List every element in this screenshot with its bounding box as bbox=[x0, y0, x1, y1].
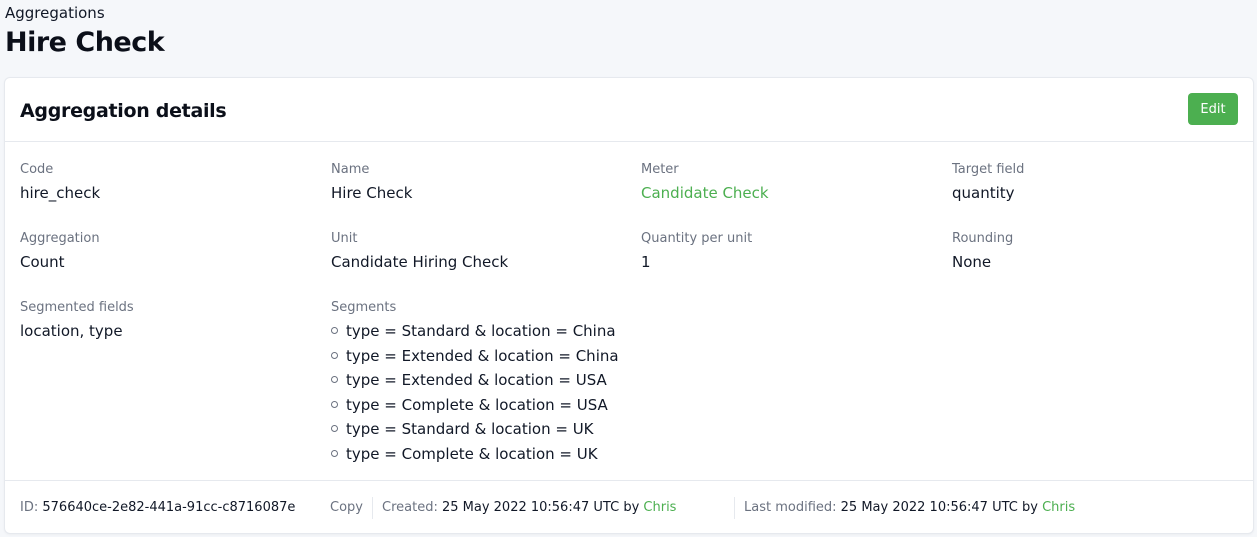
list-item: type = Complete & location = UK bbox=[331, 445, 619, 470]
created-by-link[interactable]: Chris bbox=[643, 500, 676, 515]
field-value: 1 bbox=[641, 253, 651, 271]
field-value: None bbox=[952, 253, 992, 271]
field-name: Name Hire Check bbox=[331, 162, 412, 202]
card-header: Aggregation details Edit bbox=[5, 78, 1253, 142]
bullet-icon bbox=[331, 449, 338, 457]
list-item: type = Extended & location = China bbox=[331, 347, 619, 372]
segment-text: type = Complete & location = UK bbox=[346, 444, 598, 463]
segment-text: type = Standard & location = China bbox=[346, 322, 616, 340]
created-label: Created: bbox=[382, 500, 438, 515]
field-unit: Unit Candidate Hiring Check bbox=[331, 231, 508, 271]
field-label: Name bbox=[331, 162, 370, 177]
field-meter: Meter Candidate Check bbox=[641, 162, 769, 202]
bullet-icon bbox=[331, 327, 338, 334]
field-value: location, type bbox=[20, 322, 123, 340]
list-item: type = Extended & location = USA bbox=[331, 371, 619, 396]
field-label: Segments bbox=[331, 300, 397, 315]
field-label: Target field bbox=[952, 162, 1025, 177]
card-footer: ID: 576640ce-2e82-441a-91cc-c8716087e Co… bbox=[5, 480, 1253, 534]
aggregation-details-card: Aggregation details Edit Code hire_check… bbox=[4, 77, 1254, 534]
field-label: Aggregation bbox=[20, 231, 100, 246]
field-label: Segmented fields bbox=[20, 300, 134, 315]
field-target-field: Target field quantity bbox=[952, 162, 1024, 202]
id-value: 576640ce-2e82-441a-91cc-c8716087e bbox=[42, 500, 296, 515]
list-item: type = Complete & location = USA bbox=[331, 396, 619, 421]
field-quantity-per-unit: Quantity per unit 1 bbox=[641, 231, 752, 271]
created-info: Created: 25 May 2022 10:56:47 UTC by Chr… bbox=[382, 500, 676, 515]
field-value: Count bbox=[20, 253, 65, 271]
modified-by-word: by bbox=[1022, 500, 1038, 515]
modified-by-link[interactable]: Chris bbox=[1042, 500, 1075, 515]
segment-text: type = Extended & location = China bbox=[346, 346, 619, 365]
segments-list: type = Standard & location = China type … bbox=[331, 322, 619, 470]
page-title: Hire Check bbox=[5, 27, 165, 58]
created-by-word: by bbox=[623, 500, 640, 515]
modified-info: Last modified: 25 May 2022 10:56:47 UTC … bbox=[744, 500, 1075, 515]
bullet-icon bbox=[331, 425, 338, 433]
list-item: type = Standard & location = UK bbox=[331, 420, 619, 445]
bullet-icon bbox=[331, 376, 338, 384]
created-value: 25 May 2022 10:56:47 UTC bbox=[441, 500, 620, 515]
segment-text: type = Extended & location = USA bbox=[346, 371, 607, 390]
modified-value: 25 May 2022 10:56:47 UTC bbox=[840, 500, 1018, 515]
footer-divider bbox=[734, 497, 735, 519]
bullet-icon bbox=[331, 351, 338, 359]
field-label: Unit bbox=[331, 231, 358, 246]
field-segments: Segments type = Standard & location = Ch… bbox=[331, 300, 619, 470]
bullet-icon bbox=[331, 400, 338, 408]
field-aggregation: Aggregation Count bbox=[20, 231, 100, 271]
list-item: type = Standard & location = China bbox=[331, 322, 619, 347]
segment-text: type = Complete & location = USA bbox=[346, 395, 608, 414]
field-label: Meter bbox=[641, 162, 679, 177]
field-value: Candidate Hiring Check bbox=[331, 253, 509, 271]
footer-divider bbox=[372, 497, 373, 519]
field-segmented-fields: Segmented fields location, type bbox=[20, 300, 134, 340]
segment-text: type = Standard & location = UK bbox=[346, 420, 594, 439]
breadcrumb[interactable]: Aggregations bbox=[5, 4, 105, 22]
modified-label: Last modified: bbox=[744, 500, 837, 515]
field-value: hire_check bbox=[20, 184, 101, 202]
copy-button[interactable]: Copy bbox=[330, 500, 363, 515]
record-id: ID: 576640ce-2e82-441a-91cc-c8716087e bbox=[20, 500, 295, 515]
edit-button[interactable]: Edit bbox=[1188, 93, 1238, 125]
field-label: Code bbox=[20, 162, 54, 177]
field-code: Code hire_check bbox=[20, 162, 100, 202]
field-label: Rounding bbox=[952, 231, 1014, 246]
field-value: quantity bbox=[952, 184, 1015, 202]
card-title: Aggregation details bbox=[20, 100, 227, 122]
field-label: Quantity per unit bbox=[641, 231, 753, 246]
field-rounding: Rounding None bbox=[952, 231, 1013, 271]
id-label: ID: bbox=[20, 500, 39, 515]
meter-link[interactable]: Candidate Check bbox=[641, 184, 769, 202]
field-value: Hire Check bbox=[331, 184, 413, 202]
